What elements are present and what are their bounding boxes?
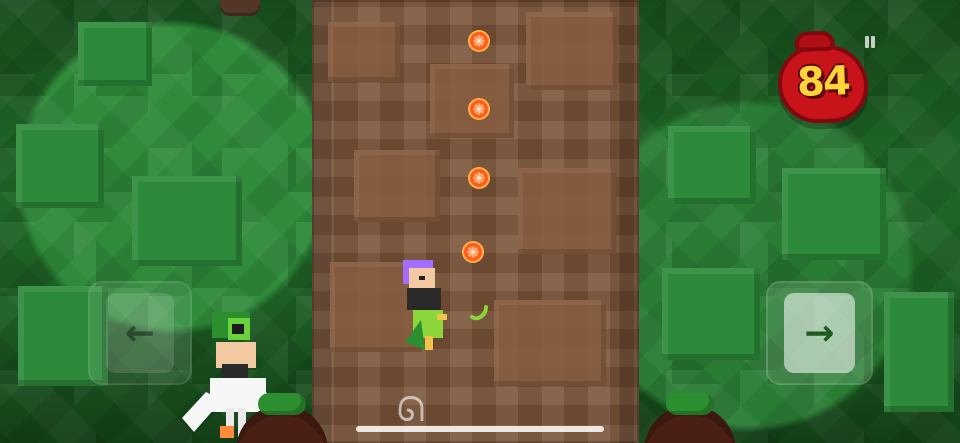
leaf-block <box>16 124 104 208</box>
leaf-block <box>132 176 242 266</box>
move-left-button[interactable]: ← <box>88 281 192 385</box>
pause-bar <box>871 36 875 48</box>
fruit-counter: 84 <box>776 43 870 125</box>
leaf-block <box>884 292 954 412</box>
move-right-button[interactable]: → <box>766 281 873 385</box>
trunk-block <box>328 22 400 82</box>
leaf-block <box>662 268 760 360</box>
pause-icon[interactable] <box>863 36 877 48</box>
leaf-block <box>78 22 152 86</box>
top-creature <box>220 0 260 16</box>
arrow-right-icon: → <box>784 293 855 373</box>
game-screen: 84 ← → ᘏ <box>0 0 960 443</box>
tree-trunk <box>312 0 639 443</box>
home-indicator[interactable] <box>356 426 604 432</box>
trunk-block <box>494 300 606 386</box>
pause-bar <box>865 36 869 48</box>
orange-slice-icon <box>468 30 490 52</box>
trunk-block <box>354 150 440 222</box>
leaf-block <box>668 126 756 204</box>
banana-pickup <box>470 305 488 321</box>
orange-slice-icon <box>468 167 490 189</box>
player-character <box>403 260 447 350</box>
orange-slice-icon <box>468 98 490 120</box>
arrow-left-icon: ← <box>106 293 174 373</box>
leaf-block <box>782 168 886 260</box>
swirl-icon: ᘏ <box>396 390 426 430</box>
trunk-block <box>526 12 618 90</box>
fruit-count: 84 <box>796 58 850 106</box>
trunk-block <box>518 168 616 254</box>
